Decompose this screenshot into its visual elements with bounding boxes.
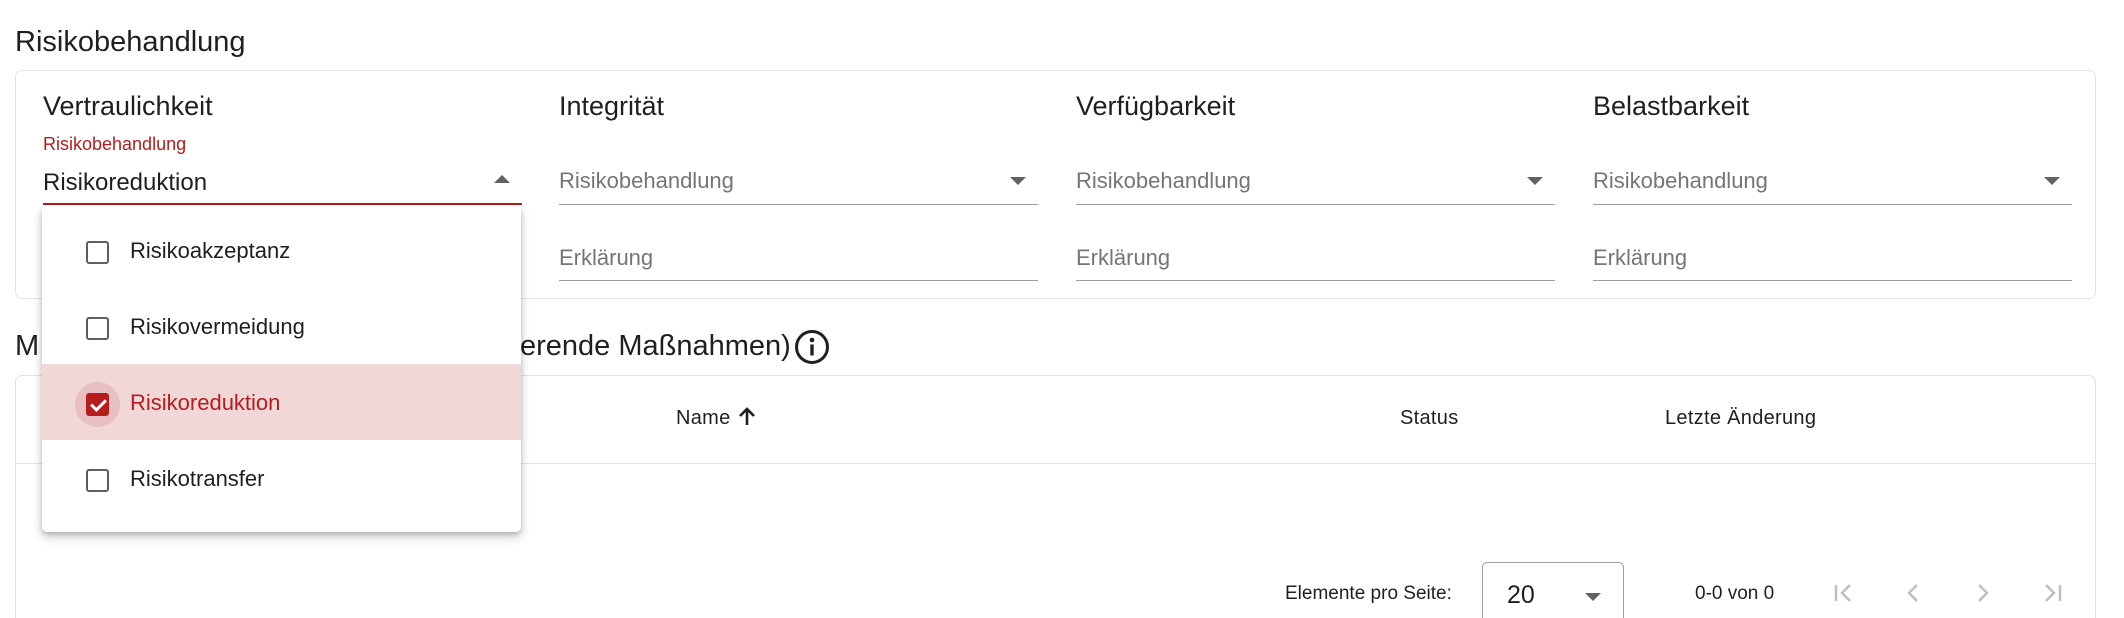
column-header-name[interactable]: Name xyxy=(676,407,757,430)
checkbox-checked-icon[interactable] xyxy=(86,393,109,416)
caret-down-icon xyxy=(1585,593,1601,601)
option-label: Risikoakzeptanz xyxy=(130,238,291,263)
field-placeholder: Erklärung xyxy=(1593,245,1688,270)
last-page-icon[interactable] xyxy=(2038,578,2068,608)
risk-treatment-select-belastbarkeit[interactable]: Risikobehandlung xyxy=(1593,155,2072,205)
column-header-status[interactable]: Status xyxy=(1400,407,1459,430)
select-value: Risikoreduktion xyxy=(43,169,208,196)
field-placeholder: Erklärung xyxy=(559,245,654,270)
column-title: Belastbarkeit xyxy=(1593,91,1750,121)
select-placeholder: Risikobehandlung xyxy=(559,168,734,193)
arrow-up-icon xyxy=(737,407,757,430)
caret-down-icon xyxy=(1010,177,1026,185)
option-label: Risikovermeidung xyxy=(130,314,305,339)
column-title: Integrität xyxy=(559,91,665,121)
section-title-measures-end: erende Maßnahmen) xyxy=(520,330,791,362)
column-header-last-change[interactable]: Letzte Änderung xyxy=(1665,407,1816,430)
option-label: Risikoreduktion xyxy=(130,390,281,415)
pagination-range: 0-0 von 0 xyxy=(1695,583,1775,604)
option-label: Risikotransfer xyxy=(130,466,265,491)
next-page-icon[interactable] xyxy=(1968,578,1998,608)
checkbox-icon[interactable] xyxy=(86,241,109,264)
section-title-measures-start: M xyxy=(15,330,40,362)
select-placeholder: Risikobehandlung xyxy=(1593,168,1768,193)
section-title-risikobehandlung: Risikobehandlung xyxy=(15,26,246,58)
select-floating-label: Risikobehandlung xyxy=(43,134,187,154)
caret-up-icon xyxy=(494,175,510,183)
explanation-field-belastbarkeit[interactable]: Erklärung xyxy=(1593,231,2072,281)
risk-treatment-select-integritaet[interactable]: Risikobehandlung xyxy=(559,155,1038,205)
checkbox-icon[interactable] xyxy=(86,469,109,492)
column-title: Vertraulichkeit xyxy=(43,91,213,121)
explanation-field-verfuegbarkeit[interactable]: Erklärung xyxy=(1076,231,1555,281)
column-header-name-label: Name xyxy=(676,407,731,429)
option-risikoreduktion[interactable]: Risikoreduktion xyxy=(42,364,521,440)
column-title: Verfügbarkeit xyxy=(1076,91,1236,121)
risk-treatment-select-verfuegbarkeit[interactable]: Risikobehandlung xyxy=(1076,155,1555,205)
checkbox-icon[interactable] xyxy=(86,317,109,340)
explanation-field-integritaet[interactable]: Erklärung xyxy=(559,231,1038,281)
page-size-select[interactable]: 20 xyxy=(1482,562,1624,618)
previous-page-icon[interactable] xyxy=(1898,578,1928,608)
risk-treatment-select-vertraulichkeit[interactable]: Risikoreduktion xyxy=(43,155,522,205)
info-circle-icon[interactable] xyxy=(794,329,830,365)
caret-down-icon xyxy=(2044,177,2060,185)
option-risikotransfer[interactable]: Risikotransfer xyxy=(42,440,521,516)
items-per-page-label: Elemente pro Seite: xyxy=(1285,583,1452,604)
caret-down-icon xyxy=(1527,177,1543,185)
option-risikoakzeptanz[interactable]: Risikoakzeptanz xyxy=(42,212,521,288)
risk-treatment-dropdown-panel: Risikoakzeptanz Risikovermeidung Risikor… xyxy=(42,205,521,532)
select-placeholder: Risikobehandlung xyxy=(1076,168,1251,193)
field-placeholder: Erklärung xyxy=(1076,245,1171,270)
first-page-icon[interactable] xyxy=(1828,578,1858,608)
option-risikovermeidung[interactable]: Risikovermeidung xyxy=(42,288,521,364)
page-size-value: 20 xyxy=(1507,581,1535,609)
